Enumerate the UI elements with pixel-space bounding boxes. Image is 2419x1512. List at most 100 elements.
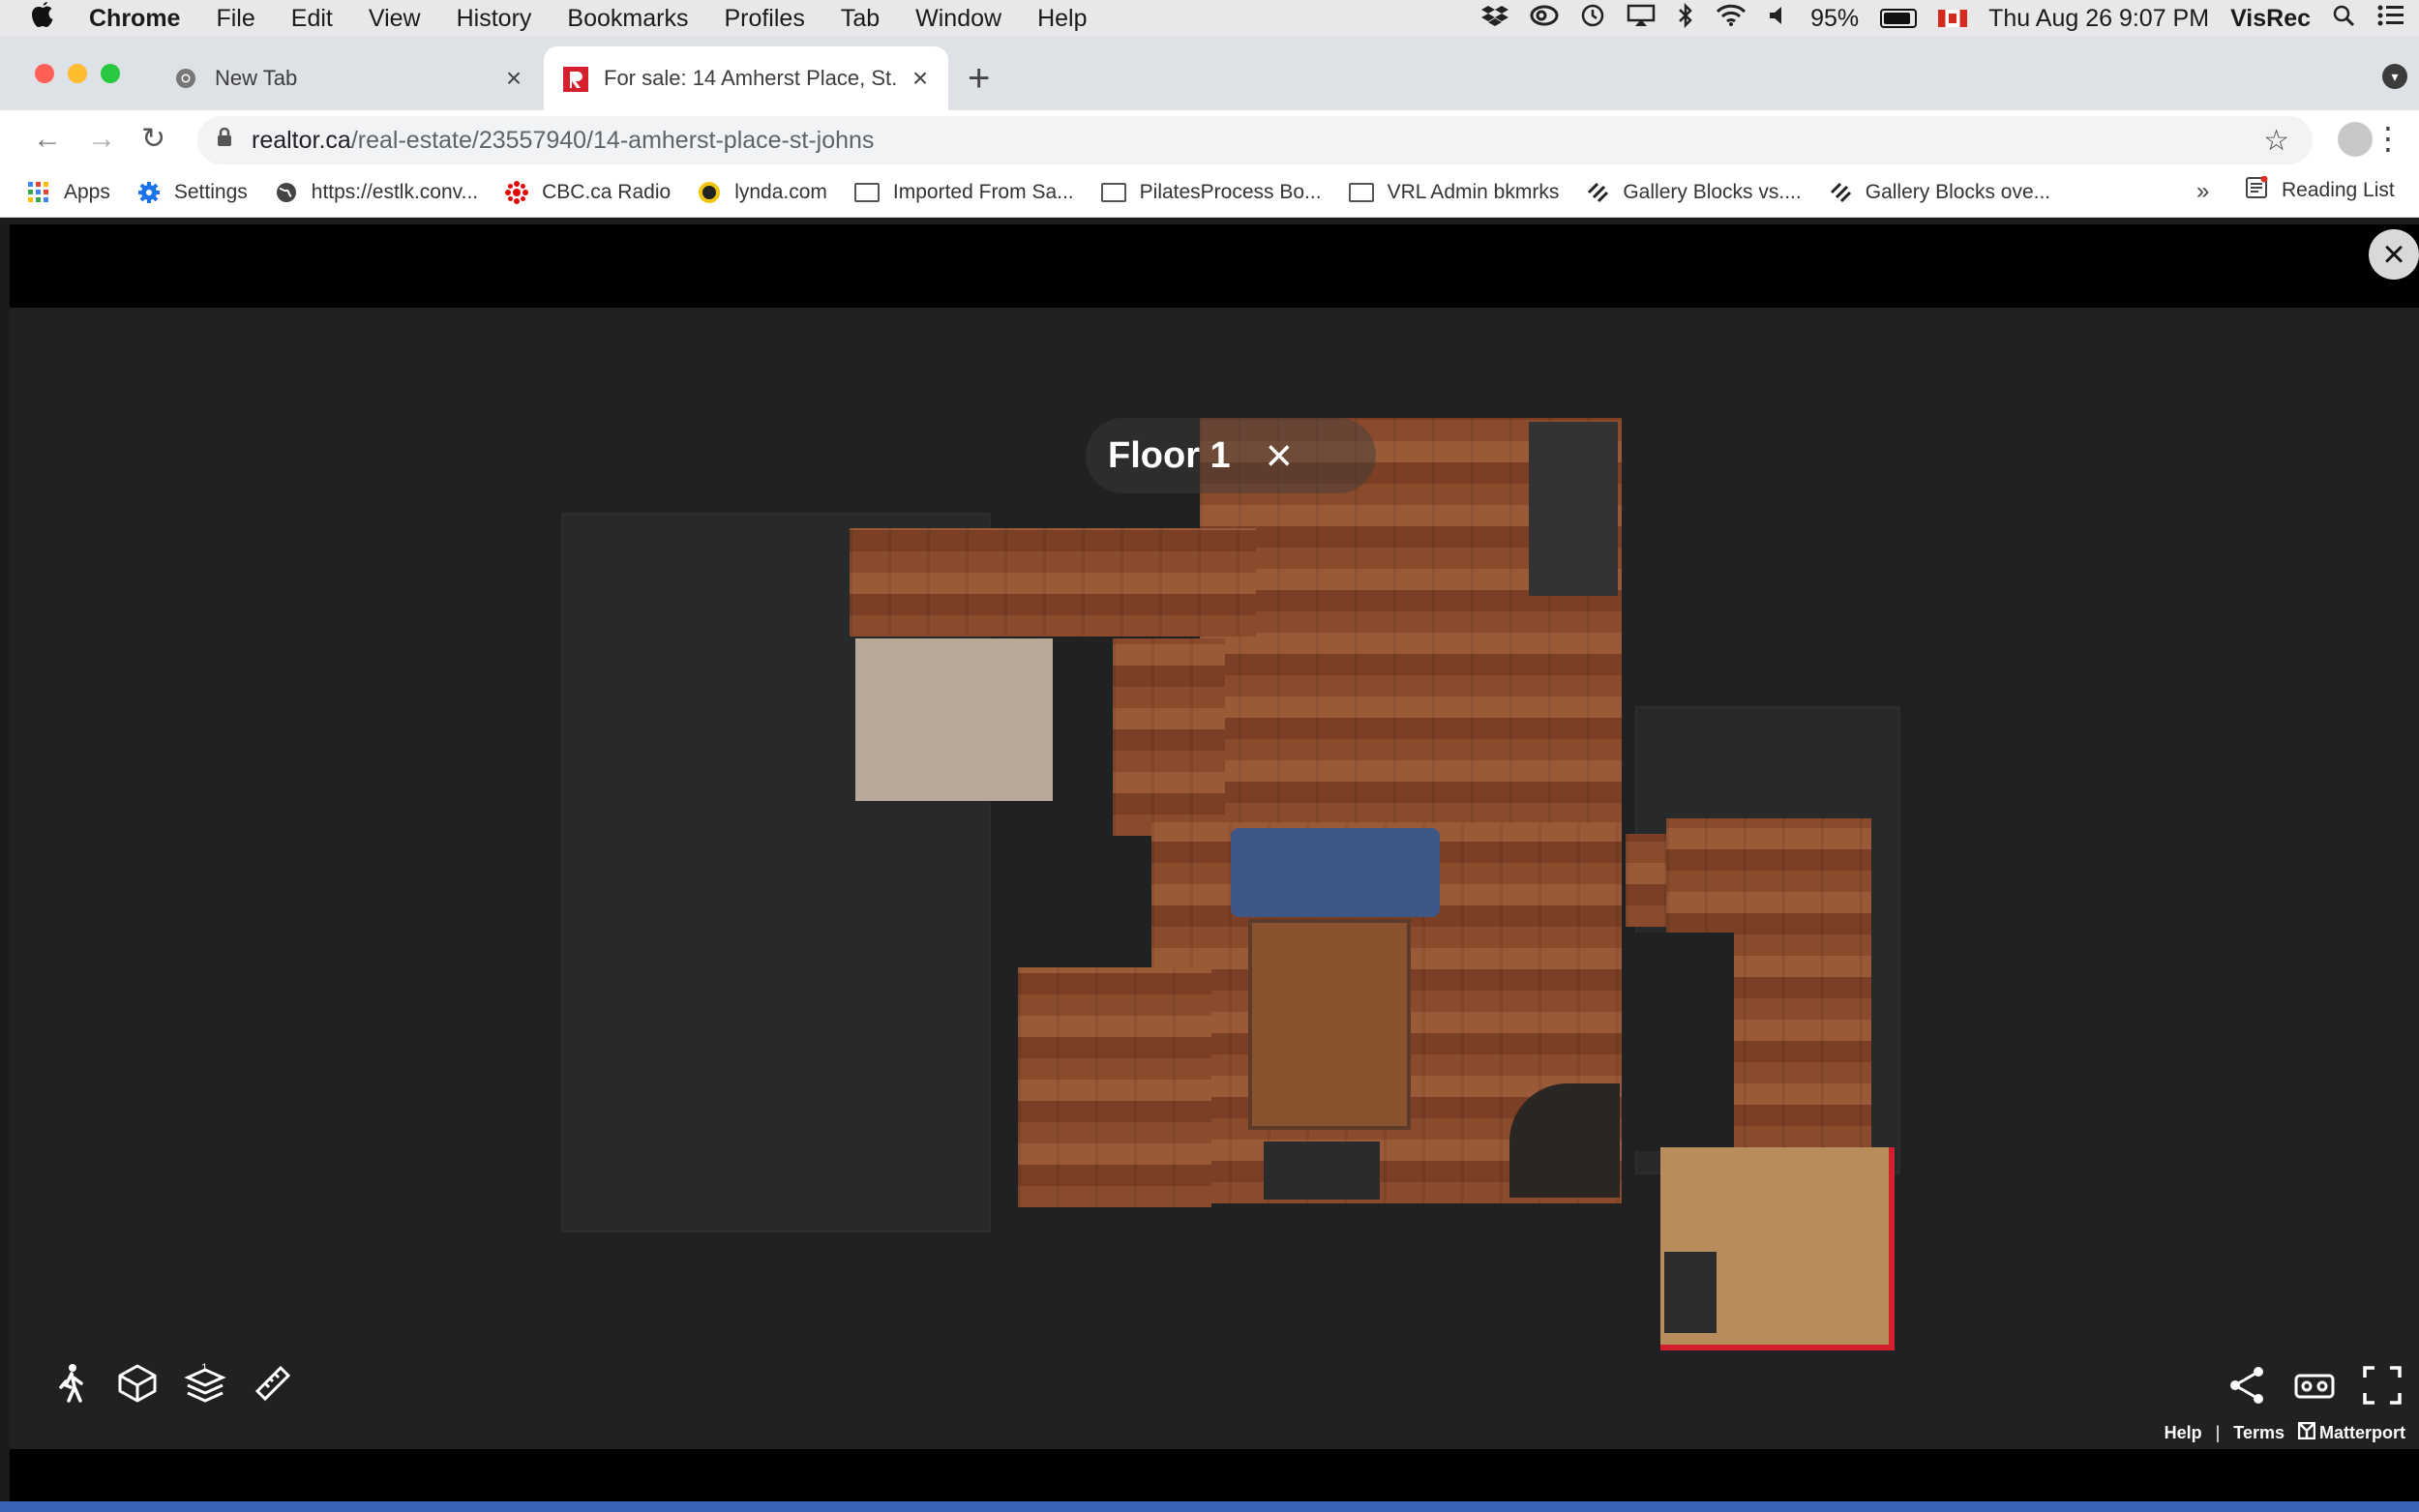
- menu-window[interactable]: Window: [915, 5, 1001, 33]
- bluetooth-icon[interactable]: [1677, 2, 1694, 35]
- bookmark-estlk[interactable]: https://estlk.conv...: [275, 181, 478, 204]
- bookmark-star-icon[interactable]: ☆: [2263, 124, 2289, 158]
- menubar-status-area: 95% Thu Aug 26 9:07 PM VisRec: [1460, 0, 2405, 37]
- vr-headset-icon[interactable]: [2293, 1364, 2336, 1407]
- bookmark-label: VRL Admin bkmrks: [1387, 181, 1560, 203]
- matterport-link[interactable]: Matterport: [2319, 1423, 2405, 1443]
- dropbox-icon[interactable]: [1481, 4, 1509, 34]
- bookmark-label: PilatesProcess Bo...: [1139, 181, 1322, 203]
- menu-profiles[interactable]: Profiles: [724, 5, 804, 33]
- link-divider: |: [2215, 1423, 2221, 1442]
- bookmark-label: CBC.ca Radio: [542, 181, 672, 203]
- bookmark-gallery-blocks-vs[interactable]: Gallery Blocks vs....: [1586, 181, 1802, 204]
- squarespace-icon: [1586, 181, 1609, 204]
- more-menu-icon[interactable]: ⋮: [2373, 120, 2404, 157]
- bookmark-settings[interactable]: Settings: [137, 181, 248, 204]
- window-close-button[interactable]: [35, 64, 54, 83]
- tab-realtor-listing[interactable]: For sale: 14 Amherst Place, St. ×: [544, 46, 948, 110]
- reading-list-icon: [2245, 175, 2268, 205]
- bookmarks-bar: Apps Settings https://estlk.conv... CBC.…: [0, 168, 2419, 218]
- walkthrough-person-icon[interactable]: [50, 1362, 93, 1405]
- floor-plan-hallway: [850, 528, 1256, 637]
- bookmark-label: Imported From Sa...: [892, 181, 1074, 203]
- bookmark-folder-vrl-admin[interactable]: VRL Admin bkmrks: [1348, 181, 1560, 204]
- reading-list-button[interactable]: Reading List: [2245, 175, 2395, 205]
- spotlight-search-icon[interactable]: [2332, 4, 2355, 34]
- tab-new-tab[interactable]: New Tab ×: [155, 46, 542, 110]
- floor-plan-bookshelf: [1529, 422, 1618, 596]
- address-bar[interactable]: realtor.ca/real-estate/23557940/14-amher…: [197, 116, 2313, 164]
- dollhouse-view-icon[interactable]: [116, 1362, 159, 1405]
- menu-edit[interactable]: Edit: [291, 5, 333, 33]
- squarespace-icon: [1829, 181, 1852, 204]
- fullscreen-icon[interactable]: [2361, 1364, 2404, 1407]
- volume-icon[interactable]: [1768, 5, 1789, 33]
- floor-plan-rug: [1248, 919, 1411, 1130]
- bookmark-apps[interactable]: Apps: [27, 181, 110, 204]
- bookmark-label: Apps: [64, 181, 110, 203]
- bookmark-folder-pilates[interactable]: PilatesProcess Bo...: [1100, 181, 1322, 204]
- profile-avatar-icon[interactable]: [2338, 122, 2373, 157]
- menu-bookmarks[interactable]: Bookmarks: [567, 5, 688, 33]
- menubar-datetime[interactable]: Thu Aug 26 9:07 PM: [1988, 5, 2209, 33]
- measure-ruler-icon[interactable]: [252, 1362, 294, 1405]
- matterport-logo-icon: [2297, 1421, 2316, 1444]
- airplay-icon[interactable]: [1627, 4, 1656, 34]
- url-path: /real-estate/23557940/14-amherst-place-s…: [350, 126, 875, 154]
- reading-list-label: Reading List: [2282, 179, 2395, 201]
- lock-icon[interactable]: [217, 127, 232, 153]
- creative-cloud-icon[interactable]: [1530, 5, 1559, 33]
- forward-arrow-icon[interactable]: →: [87, 118, 116, 161]
- globe-icon: [275, 181, 298, 204]
- floor-label: Floor 1: [1108, 434, 1231, 476]
- bookmarks-overflow-chevron-icon[interactable]: »: [2196, 178, 2209, 205]
- new-tab-plus-icon[interactable]: +: [968, 56, 990, 101]
- window-minimize-button[interactable]: [68, 64, 87, 83]
- macos-menubar: Chrome File Edit View History Bookmarks …: [0, 0, 2419, 37]
- battery-icon[interactable]: [1880, 9, 1918, 28]
- bookmark-folder-imported[interactable]: Imported From Sa...: [853, 181, 1074, 204]
- viewer-footer-links: Help | Terms Matterport: [2151, 1421, 2405, 1444]
- floor-plan-fireplace: [1509, 1083, 1620, 1198]
- time-machine-icon[interactable]: [1580, 3, 1605, 35]
- menu-help[interactable]: Help: [1037, 5, 1087, 33]
- terms-link[interactable]: Terms: [2233, 1423, 2285, 1443]
- menubar-user[interactable]: VisRec: [2230, 5, 2311, 33]
- apple-icon[interactable]: [29, 0, 64, 37]
- url-domain: realtor.ca: [252, 126, 351, 154]
- menu-app-chrome[interactable]: Chrome: [89, 5, 180, 33]
- wifi-icon[interactable]: [1716, 4, 1747, 34]
- window-zoom-button[interactable]: [101, 64, 120, 83]
- lynda-icon: [698, 181, 721, 204]
- floor-badge: 1: [201, 1362, 208, 1375]
- tab-close-icon[interactable]: ×: [906, 63, 935, 94]
- bookmark-label: Gallery Blocks vs....: [1623, 181, 1802, 203]
- bookmark-lynda[interactable]: lynda.com: [698, 181, 827, 204]
- folder-icon: [853, 183, 880, 202]
- reload-icon[interactable]: ↻: [141, 118, 165, 161]
- back-arrow-icon[interactable]: ←: [33, 118, 62, 161]
- folder-icon: [1348, 183, 1374, 202]
- bookmark-gallery-blocks-ove[interactable]: Gallery Blocks ove...: [1829, 181, 2050, 204]
- battery-percent: 95%: [1810, 4, 1860, 32]
- floor-plan-layers-icon[interactable]: 1: [184, 1361, 226, 1405]
- bookmark-cbc[interactable]: CBC.ca Radio: [505, 181, 671, 204]
- realtor-icon: [563, 67, 588, 92]
- floor-close-icon[interactable]: ×: [1266, 430, 1293, 483]
- viewer-footer-bar: [10, 1449, 2419, 1501]
- viewer-close-icon[interactable]: ×: [2369, 229, 2419, 280]
- control-center-icon[interactable]: [2376, 4, 2405, 34]
- menu-view[interactable]: View: [369, 5, 421, 33]
- floor-selector-pill[interactable]: Floor 1 ×: [1086, 418, 1376, 493]
- gear-icon: [137, 181, 161, 204]
- help-link[interactable]: Help: [2165, 1423, 2202, 1443]
- tab-search-chevron-icon[interactable]: ▾: [2382, 64, 2407, 89]
- canada-flag-input-source-icon[interactable]: [1938, 10, 1968, 27]
- menu-history[interactable]: History: [457, 5, 532, 33]
- menu-tab[interactable]: Tab: [841, 5, 880, 33]
- bookmark-label: Gallery Blocks ove...: [1865, 181, 2051, 203]
- bookmark-label: lynda.com: [734, 181, 827, 203]
- share-icon[interactable]: [2225, 1364, 2268, 1407]
- tab-close-icon[interactable]: ×: [499, 63, 528, 94]
- menu-file[interactable]: File: [216, 5, 254, 33]
